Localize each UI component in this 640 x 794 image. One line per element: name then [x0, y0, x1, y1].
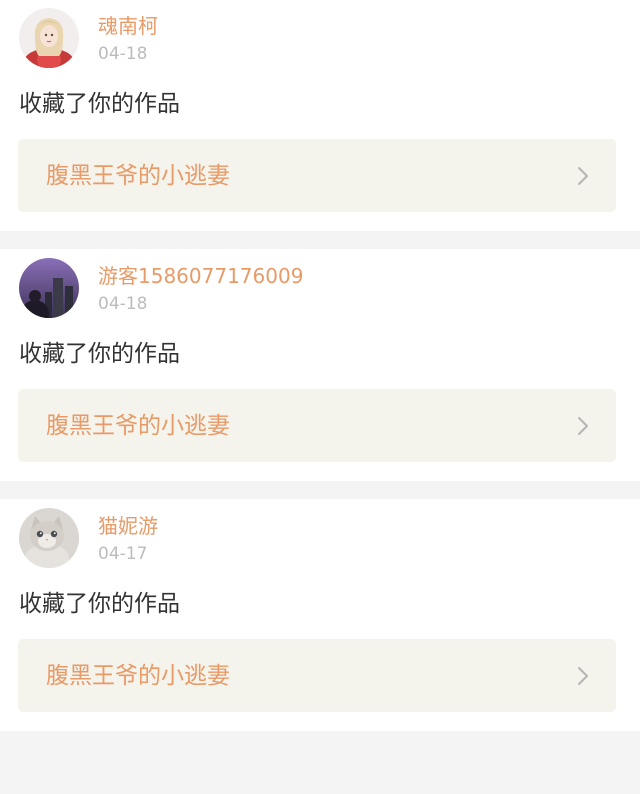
work-title: 腹黑王爷的小逃妻 [46, 663, 230, 689]
timestamp: 04-17 [98, 544, 148, 564]
avatar-purple-sky-icon[interactable] [19, 258, 79, 318]
notification-card: 魂南柯 04-18 收藏了你的作品 腹黑王爷的小逃妻 [0, 0, 640, 231]
chevron-right-icon [576, 416, 590, 436]
chevron-right-icon [576, 166, 590, 186]
timestamp: 04-18 [98, 44, 148, 64]
notification-card: 猫妮游 04-17 收藏了你的作品 腹黑王爷的小逃妻 [0, 499, 640, 731]
work-link[interactable]: 腹黑王爷的小逃妻 [18, 389, 616, 462]
avatar-girl-red-icon[interactable] [19, 8, 79, 68]
notification-feed: 魂南柯 04-18 收藏了你的作品 腹黑王爷的小逃妻 游客15860771760… [0, 0, 640, 731]
avatar-cat-icon[interactable] [19, 508, 79, 568]
work-title: 腹黑王爷的小逃妻 [46, 163, 230, 189]
username[interactable]: 猫妮游 [98, 513, 158, 539]
action-text: 收藏了你的作品 [19, 91, 180, 117]
username[interactable]: 游客1586077176009 [98, 263, 303, 289]
work-link[interactable]: 腹黑王爷的小逃妻 [18, 639, 616, 712]
timestamp: 04-18 [98, 294, 148, 314]
action-text: 收藏了你的作品 [19, 341, 180, 367]
work-title: 腹黑王爷的小逃妻 [46, 413, 230, 439]
work-link[interactable]: 腹黑王爷的小逃妻 [18, 139, 616, 212]
action-text: 收藏了你的作品 [19, 591, 180, 617]
notification-card: 游客1586077176009 04-18 收藏了你的作品 腹黑王爷的小逃妻 [0, 249, 640, 481]
username[interactable]: 魂南柯 [98, 13, 158, 39]
chevron-right-icon [576, 666, 590, 686]
